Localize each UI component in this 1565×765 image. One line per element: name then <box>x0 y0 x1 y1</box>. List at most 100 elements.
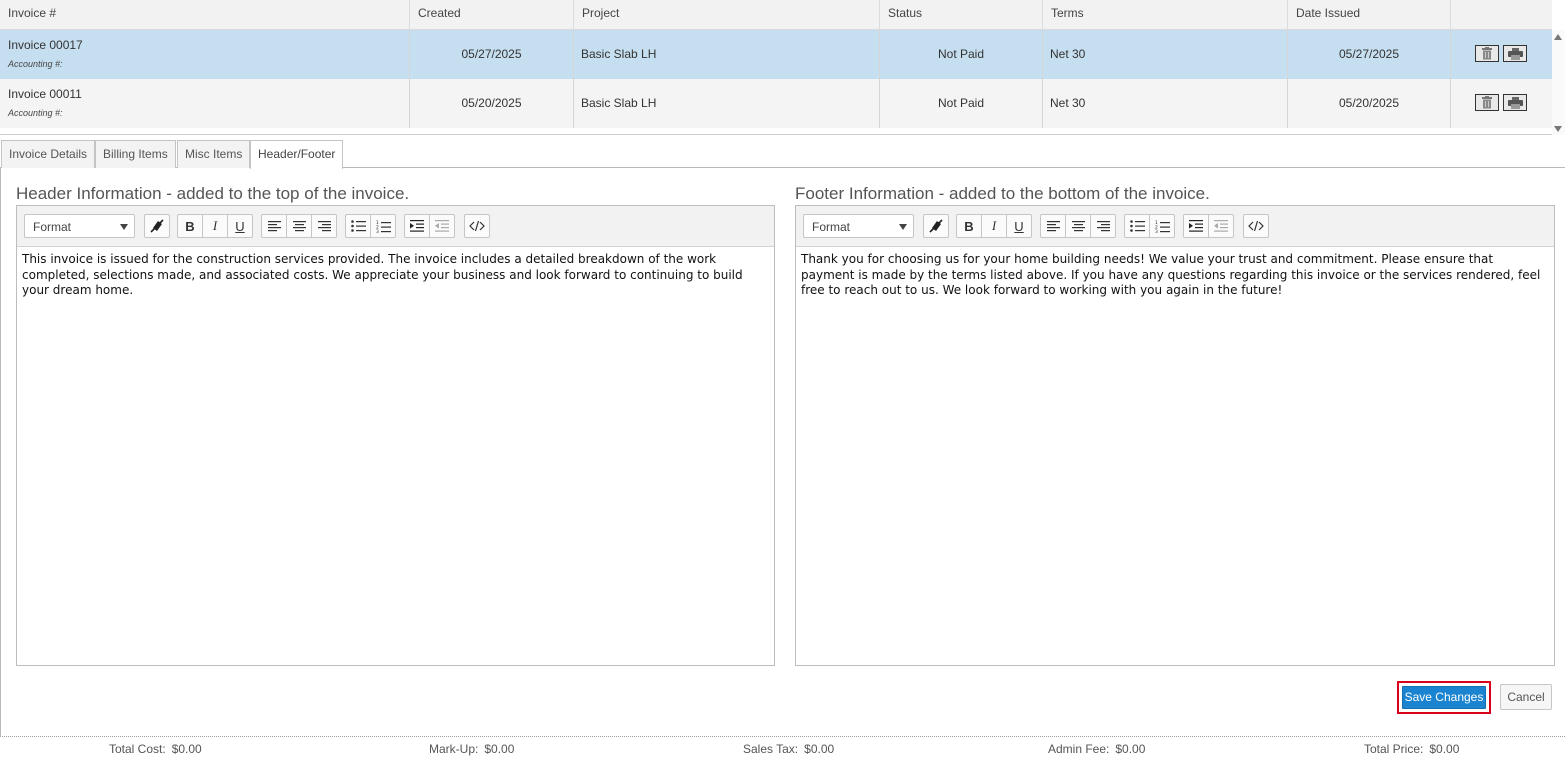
indent-button[interactable] <box>1183 214 1209 238</box>
tab-billing-items[interactable]: Billing Items <box>95 140 176 168</box>
align-right-icon <box>317 220 331 231</box>
numbered-list-button[interactable]: 123 <box>370 214 396 238</box>
admin-fee-value: $0.00 <box>1115 742 1146 756</box>
save-changes-button[interactable]: Save Changes <box>1402 686 1486 709</box>
date-issued-value: 05/20/2025 <box>1288 79 1451 128</box>
header-editor-content[interactable]: This invoice is issued for the construct… <box>22 252 768 299</box>
tab-header-footer[interactable]: Header/Footer <box>250 140 344 169</box>
sales-tax: Sales Tax: $0.00 <box>743 742 834 756</box>
sales-tax-label: Sales Tax: <box>743 742 799 756</box>
tab-misc-items[interactable]: Misc Items <box>177 140 251 168</box>
total-price-label: Total Price: <box>1364 742 1424 756</box>
format-dropdown[interactable]: Format <box>24 214 135 238</box>
mark-up-value: $0.00 <box>484 742 515 756</box>
admin-fee: Admin Fee: $0.00 <box>1048 742 1145 756</box>
admin-fee-label: Admin Fee: <box>1048 742 1110 756</box>
invoice-cell[interactable]: Invoice 00011 Accounting #: <box>0 79 410 128</box>
bullet-list-button[interactable] <box>345 214 371 238</box>
table-row[interactable]: Invoice 00017 Accounting #: 05/27/2025 B… <box>0 30 1552 79</box>
totals-bar: Total Cost: $0.00 Mark-Up: $0.00 Sales Tax… <box>0 737 1565 765</box>
delete-invoice-button[interactable] <box>1475 45 1499 62</box>
invoice-number: Invoice 00017 <box>8 38 83 52</box>
tab-bar: Invoice Details Billing Items Misc Items… <box>0 140 1565 169</box>
total-cost-label: Total Cost: <box>109 742 166 756</box>
underline-button[interactable]: U <box>1006 214 1032 238</box>
delete-invoice-button[interactable] <box>1475 94 1499 111</box>
align-left-button[interactable] <box>1040 214 1066 238</box>
created-date: 05/27/2025 <box>410 30 574 79</box>
sales-tax-value: $0.00 <box>804 742 835 756</box>
align-center-button[interactable] <box>1065 214 1091 238</box>
bold-button[interactable]: B <box>177 214 203 238</box>
bold-button[interactable]: B <box>956 214 982 238</box>
numbered-list-icon: 123 <box>1155 220 1170 233</box>
header-editor-toolbar: Format B I U 123 <box>17 206 774 247</box>
outdent-button[interactable] <box>1208 214 1234 238</box>
format-dropdown[interactable]: Format <box>803 214 914 238</box>
code-view-button[interactable] <box>464 214 490 238</box>
trash-icon <box>1482 96 1492 109</box>
mark-up-label: Mark-Up: <box>429 742 479 756</box>
outdent-icon <box>435 220 449 232</box>
chevron-down-icon <box>120 224 128 230</box>
outdent-button[interactable] <box>429 214 455 238</box>
tab-invoice-details[interactable]: Invoice Details <box>1 140 96 168</box>
cancel-button[interactable]: Cancel <box>1500 684 1552 710</box>
terms-value: Net 30 <box>1043 79 1288 128</box>
align-center-button[interactable] <box>286 214 312 238</box>
header-footer-panel: Header Information - added to the top of… <box>0 167 1565 737</box>
column-header-date-issued[interactable]: Date Issued <box>1288 0 1451 30</box>
terms-value: Net 30 <box>1043 30 1288 79</box>
column-header-invoice[interactable]: Invoice # <box>0 0 410 30</box>
numbered-list-icon: 123 <box>376 220 391 233</box>
underline-icon: U <box>235 218 245 234</box>
align-right-button[interactable] <box>311 214 337 238</box>
align-left-icon <box>267 220 281 231</box>
table-row[interactable]: Invoice 00011 Accounting #: 05/20/2025 B… <box>0 79 1552 128</box>
bullet-list-icon <box>1129 220 1145 232</box>
numbered-list-button[interactable]: 123 <box>1149 214 1175 238</box>
project-name: Basic Slab LH <box>574 79 880 128</box>
chevron-down-icon <box>899 224 907 230</box>
align-center-icon <box>1071 220 1085 231</box>
underline-button[interactable]: U <box>227 214 253 238</box>
print-invoice-button[interactable] <box>1503 94 1527 111</box>
bullet-list-icon <box>350 220 366 232</box>
column-header-project[interactable]: Project <box>574 0 880 30</box>
invoice-cell[interactable]: Invoice 00017 Accounting #: <box>0 30 410 79</box>
header-editor[interactable]: Format B I U 123 This invoice is issued … <box>16 205 775 666</box>
indent-button[interactable] <box>404 214 430 238</box>
row-actions <box>1451 79 1552 128</box>
total-price: Total Price: $0.00 <box>1364 742 1459 756</box>
footer-editor-content[interactable]: Thank you for choosing us for your home … <box>801 252 1548 299</box>
align-right-button[interactable] <box>1090 214 1116 238</box>
accounting-number-label: Accounting #: <box>8 59 63 69</box>
outdent-icon <box>1214 220 1228 232</box>
bullet-list-button[interactable] <box>1124 214 1150 238</box>
invoice-number: Invoice 00011 <box>8 87 82 101</box>
column-header-actions <box>1451 0 1552 30</box>
column-header-terms[interactable]: Terms <box>1043 0 1288 30</box>
grid-scrollbar[interactable] <box>1552 30 1565 135</box>
footer-editor[interactable]: Format B I U 123 Thank you for choosing … <box>795 205 1555 666</box>
scroll-down-arrow-icon[interactable] <box>1554 126 1562 132</box>
italic-icon: I <box>212 218 218 233</box>
print-invoice-button[interactable] <box>1503 45 1527 62</box>
column-header-status[interactable]: Status <box>880 0 1043 30</box>
save-button-highlight: Save Changes <box>1397 681 1491 714</box>
italic-button[interactable]: I <box>202 214 228 238</box>
align-left-button[interactable] <box>261 214 287 238</box>
code-view-icon <box>1248 220 1264 232</box>
status-value: Not Paid <box>880 30 1043 79</box>
clear-format-button[interactable] <box>144 214 170 238</box>
scroll-up-arrow-icon[interactable] <box>1554 34 1562 40</box>
column-header-created[interactable]: Created <box>410 0 574 30</box>
clear-format-icon <box>150 219 164 233</box>
clear-format-button[interactable] <box>923 214 949 238</box>
italic-button[interactable]: I <box>981 214 1007 238</box>
code-view-button[interactable] <box>1243 214 1269 238</box>
format-dropdown-label: Format <box>812 220 851 234</box>
invoice-grid: Invoice # Created Project Status Terms D… <box>0 0 1565 135</box>
mark-up: Mark-Up: $0.00 <box>429 742 514 756</box>
accounting-number-label: Accounting #: <box>8 108 63 118</box>
